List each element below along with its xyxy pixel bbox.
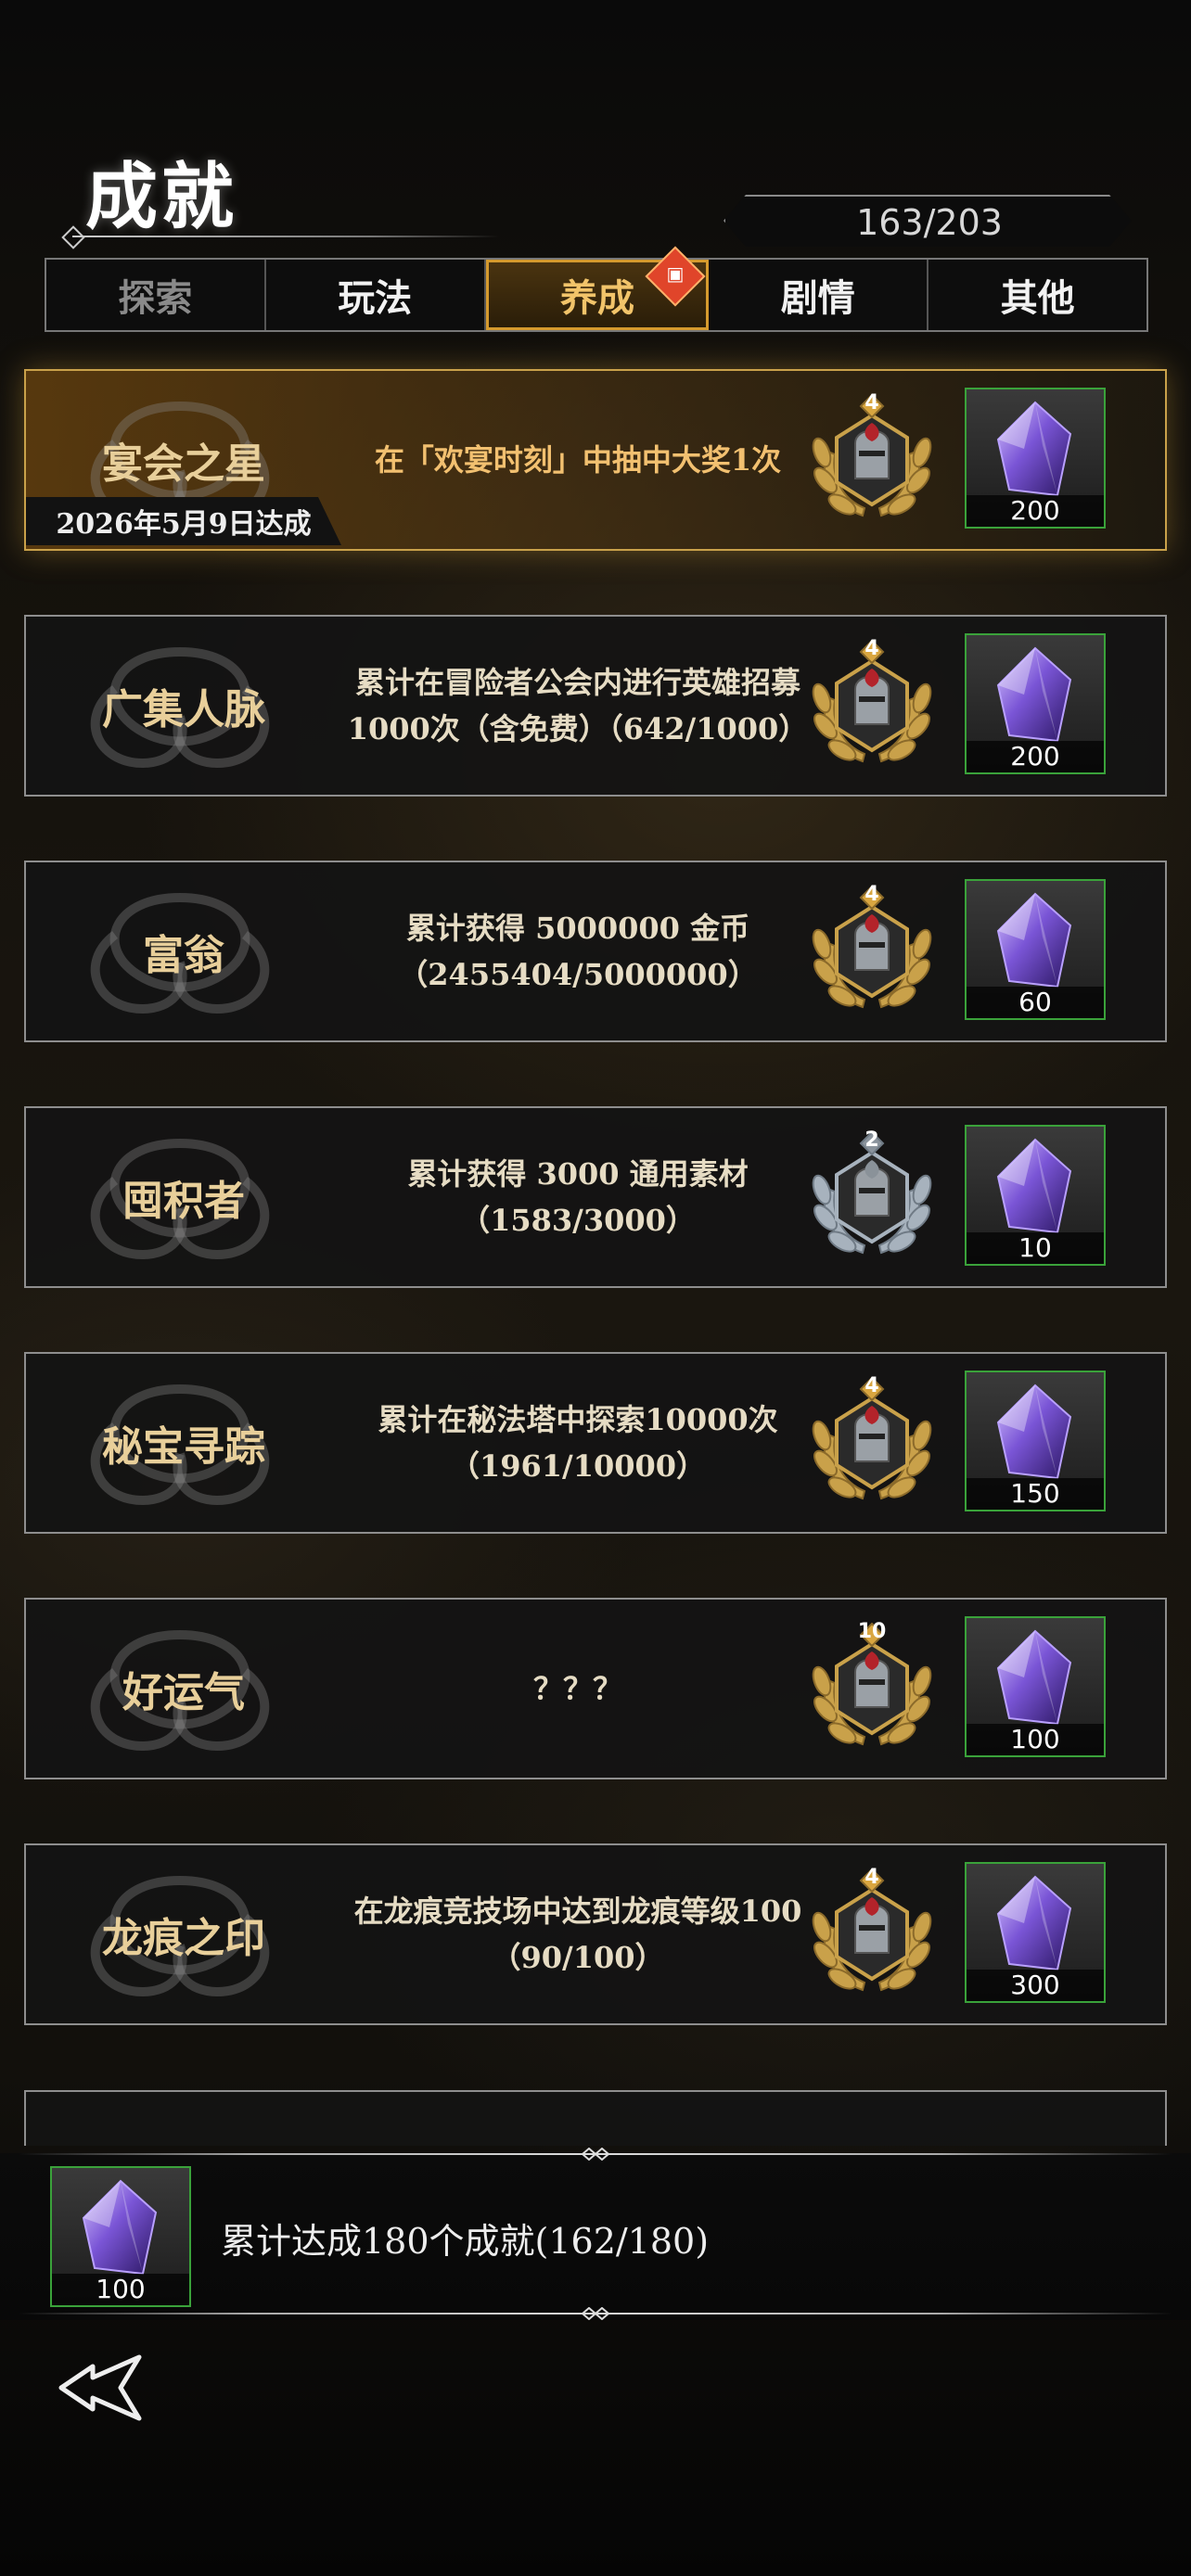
achievement-card[interactable] (24, 2090, 1167, 2146)
reward-slot[interactable]: 150 (965, 1371, 1106, 1511)
crystal-icon (996, 1875, 1072, 1971)
total-achievement-text: 累计达成180个成就(162/180) (221, 2221, 710, 2262)
achievement-description: 在龙痕竞技场中达到龙痕等级100（90/100） (353, 1894, 802, 1975)
achievement-name: 囤积者 (122, 1178, 245, 1225)
gift-icon: ▣ (645, 246, 706, 307)
divider-knot-icon (581, 2307, 610, 2320)
crystal-icon (996, 1138, 1072, 1234)
achievement-card[interactable]: 富翁 累计获得 5000000 金币（2455404/5000000） 60 4 (24, 861, 1167, 1042)
achievement-description: 累计在冒险者公会内进行英雄招募1000次（含免费）（642/1000） (347, 665, 809, 746)
tab-gameplay[interactable]: 玩法 (266, 260, 486, 330)
medal-level: 4 (864, 391, 879, 414)
total-reward-count: 100 (52, 2274, 189, 2305)
tab-explore[interactable]: 探索 (46, 260, 266, 330)
tab-development[interactable]: 养成 ▣ (485, 246, 710, 330)
achievement-description: 累计在秘法塔中探索10000次（1961/10000） (378, 1402, 778, 1484)
achievement-name: 龙痕之印 (102, 1915, 265, 1962)
tab-development-label: 养成 (559, 276, 634, 320)
reward-slot[interactable]: 100 (965, 1616, 1106, 1757)
achievement-name: 秘宝寻踪 (102, 1423, 265, 1471)
divider-knot-icon (581, 2148, 610, 2161)
category-tabs: 探索 玩法 养成 ▣ 剧情 其他 (45, 246, 1148, 332)
achievement-card[interactable]: 宴会之星 在「欢宴时刻」中抽中大奖1次 200 2026年5月9日达成 4 (24, 369, 1167, 551)
achievement-description: 累计获得 3000 通用素材（1583/3000） (407, 1156, 749, 1238)
achievement-card[interactable]: 囤积者 累计获得 3000 通用素材（1583/3000） 10 2 (24, 1106, 1167, 1288)
reward-count: 100 (967, 1724, 1104, 1755)
reward-slot[interactable]: 200 (965, 633, 1106, 774)
medal-level: 4 (864, 883, 879, 906)
achievement-description: 在「欢宴时刻」中抽中大奖1次 (374, 442, 782, 478)
reward-slot[interactable]: 10 (965, 1125, 1106, 1266)
achievement-card[interactable]: 广集人脉 累计在冒险者公会内进行英雄招募1000次（含免费）（642/1000） (24, 615, 1167, 797)
crystal-icon (82, 2179, 158, 2276)
page-title: 成就 (85, 155, 238, 239)
tab-story[interactable]: 剧情 (709, 260, 929, 330)
achievement-card[interactable]: 龙痕之印 在龙痕竞技场中达到龙痕等级100（90/100） 300 4 (24, 1843, 1167, 2025)
total-reward-slot[interactable]: 100 (50, 2166, 191, 2307)
reward-slot[interactable]: 200 (965, 388, 1106, 529)
reward-count: 200 (967, 495, 1104, 527)
achievement-name: 富翁 (143, 932, 224, 979)
achievement-progress: 163/203 (724, 195, 1132, 247)
medal-level: 4 (864, 1866, 879, 1889)
medal-level: 2 (864, 1129, 879, 1152)
achievement-name: 好运气 (122, 1669, 245, 1716)
reward-count: 150 (967, 1478, 1104, 1510)
medal-level: 4 (864, 637, 879, 660)
completion-date: 2026年5月9日达成 (26, 497, 341, 545)
title-ornament (61, 225, 85, 249)
crystal-icon (996, 892, 1072, 988)
crystal-icon (996, 1629, 1072, 1726)
tab-other[interactable]: 其他 (928, 260, 1146, 330)
reward-slot[interactable]: 60 (965, 879, 1106, 1020)
crystal-icon (996, 1384, 1072, 1480)
medal-level: 4 (864, 1374, 879, 1397)
reward-count: 300 (967, 1970, 1104, 2001)
title-divider (72, 236, 499, 237)
reward-count: 200 (967, 741, 1104, 772)
crystal-icon (996, 401, 1072, 497)
reward-count: 10 (967, 1232, 1104, 1264)
achievement-description: ？？？ (532, 1671, 622, 1706)
achievement-card[interactable]: 好运气 ？？？ 100 10 (24, 1598, 1167, 1779)
crystal-icon (996, 646, 1072, 743)
reward-count: 60 (967, 987, 1104, 1018)
reward-slot[interactable]: 300 (965, 1862, 1106, 2003)
back-button[interactable] (56, 2346, 158, 2429)
achievement-description: 累计获得 5000000 金币（2455404/5000000） (398, 911, 758, 992)
achievement-card[interactable]: 秘宝寻踪 累计在秘法塔中探索10000次（1961/10000） 150 4 (24, 1352, 1167, 1534)
achievement-name: 广集人脉 (102, 686, 265, 733)
medal-level: 10 (857, 1620, 887, 1643)
